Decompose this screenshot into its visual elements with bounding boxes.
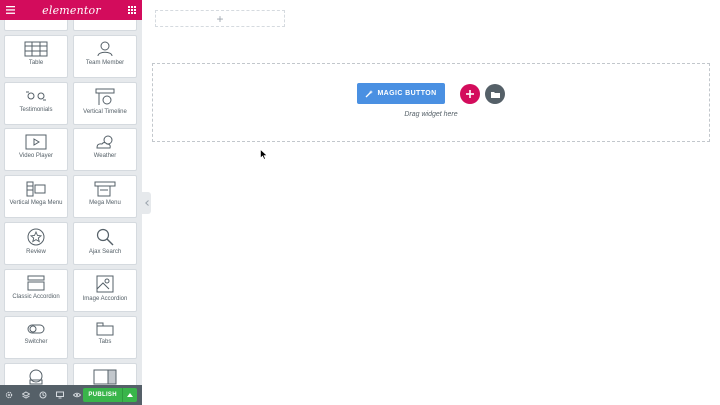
widget-tile-switcher[interactable]: Switcher: [4, 316, 68, 359]
vertical-timeline-icon: [95, 88, 115, 105]
video-player-icon: [25, 134, 47, 150]
magic-wand-icon: [365, 89, 374, 97]
mega-menu-icon: [94, 181, 116, 197]
elementor-logo: elementor: [42, 3, 101, 17]
vertical-mega-menu-icon: [26, 181, 46, 197]
widget-tile-video-player[interactable]: Video Player: [4, 128, 68, 171]
widget-label: Review: [26, 249, 46, 255]
widget-tile-table[interactable]: Table: [4, 35, 68, 78]
settings-gear-icon[interactable]: [5, 391, 13, 399]
widget-tile-image-accordion[interactable]: Image Accordion: [73, 269, 137, 312]
widget-label: Vertical Timeline: [83, 109, 127, 115]
widget-label: Vertical Mega Menu: [9, 200, 63, 206]
add-new-section-button[interactable]: [460, 84, 480, 104]
widget-tile-ajax-search[interactable]: Ajax Search: [73, 222, 137, 265]
widget-panel: Table Team Member Testimonials Vertical …: [0, 0, 142, 405]
panel-footer: PUBLISH: [0, 385, 142, 405]
history-icon[interactable]: [39, 391, 47, 399]
testimonials-icon: [26, 91, 46, 101]
widget-label: Video Player: [19, 153, 53, 159]
publish-label: PUBLISH: [88, 392, 117, 398]
widget-label: Mega Menu: [89, 200, 121, 206]
magic-button[interactable]: MAGIC BUTTON: [357, 83, 445, 104]
chevron-left-icon: [144, 200, 149, 206]
add-section-placeholder[interactable]: +: [155, 10, 285, 27]
team-member-icon: [97, 41, 113, 57]
widget-tile-vertical-timeline[interactable]: Vertical Timeline: [73, 82, 137, 125]
widget-label: Table: [28, 60, 44, 66]
mouse-cursor-icon: [260, 149, 268, 160]
panel-header: elementor: [0, 0, 142, 20]
widget-label: Weather: [93, 153, 117, 159]
widget-tile-tabs[interactable]: Tabs: [73, 316, 137, 359]
widget-tile-weather[interactable]: Weather: [73, 128, 137, 171]
hamburger-icon[interactable]: [6, 1, 15, 19]
responsive-desktop-icon[interactable]: [56, 391, 64, 399]
widget-label: Testimonials: [19, 107, 53, 113]
widget-label: Team Member: [85, 60, 125, 66]
drag-widget-hint: Drag widget here: [404, 111, 458, 118]
image-accordion-icon: [96, 275, 114, 293]
widget-label: Tabs: [98, 339, 112, 345]
widget-tile-team-member[interactable]: Team Member: [73, 35, 137, 78]
table-icon: [24, 41, 48, 57]
caret-up-icon[interactable]: [122, 388, 137, 402]
navigator-layers-icon[interactable]: [22, 391, 30, 399]
widget-tile-classic-accordion[interactable]: Classic Accordion: [4, 269, 68, 312]
add-template-button[interactable]: [485, 84, 505, 104]
tabs-icon: [96, 322, 114, 336]
weather-icon: [96, 135, 113, 149]
plus-icon: [466, 90, 474, 98]
plus-icon: +: [216, 11, 224, 26]
preview-eye-icon[interactable]: [73, 391, 81, 399]
panel-collapse-handle[interactable]: [142, 192, 151, 214]
widget-label: Ajax Search: [88, 249, 122, 255]
publish-button[interactable]: PUBLISH: [83, 388, 137, 402]
empty-section-dropzone[interactable]: MAGIC BUTTON Drag widget here: [152, 63, 710, 142]
folder-icon: [490, 91, 500, 98]
review-star-icon: [27, 228, 45, 246]
widget-icon-cut: [93, 369, 117, 385]
accordion-icon: [27, 275, 45, 291]
apps-grid-icon[interactable]: [127, 1, 136, 19]
widget-tile-review[interactable]: Review: [4, 222, 68, 265]
switcher-toggle-icon: [27, 324, 45, 334]
widget-label: Switcher: [24, 339, 48, 345]
widget-tile-testimonials[interactable]: Testimonials: [4, 82, 68, 125]
widget-label: Image Accordion: [82, 296, 128, 302]
widget-label: Classic Accordion: [12, 294, 60, 300]
widget-tile-vertical-mega-menu[interactable]: Vertical Mega Menu: [4, 175, 68, 218]
widget-icon-cut: [29, 369, 43, 385]
widget-tile-mega-menu[interactable]: Mega Menu: [73, 175, 137, 218]
search-icon: [96, 228, 114, 246]
magic-button-label: MAGIC BUTTON: [377, 90, 437, 97]
